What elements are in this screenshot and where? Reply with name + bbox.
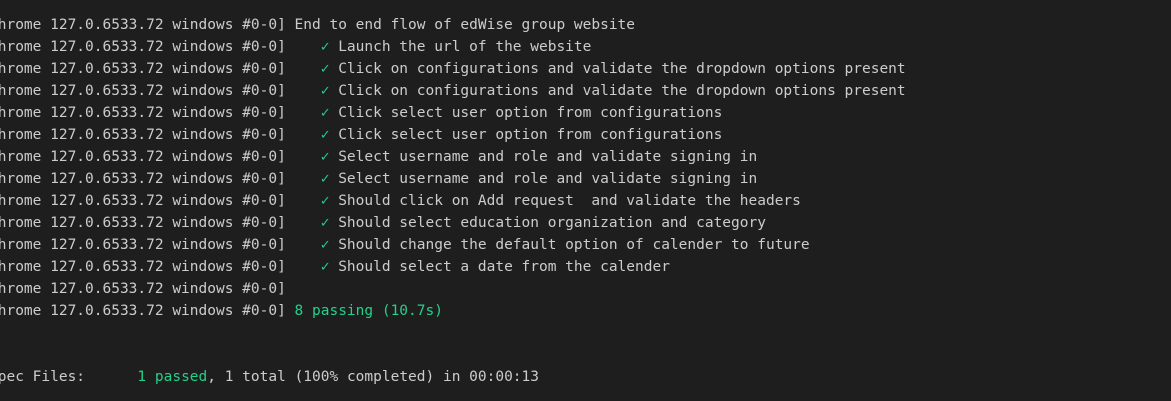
check-icon: ✓ <box>320 83 330 99</box>
line-prefix: Chrome 127.0.6533.72 windows #0-0] <box>0 83 286 99</box>
check-icon: ✓ <box>320 39 330 55</box>
check-icon: ✓ <box>320 171 330 187</box>
line-prefix: Chrome 127.0.6533.72 windows #0-0] <box>0 303 286 319</box>
line-prefix: Chrome 127.0.6533.72 windows #0-0] <box>0 149 286 165</box>
test-title: Select username and role and validate si… <box>338 171 758 187</box>
test-line: Chrome 127.0.6533.72 windows #0-0] ✓ Lau… <box>0 36 591 58</box>
test-title: Click on configurations and validate the… <box>338 61 906 77</box>
line-prefix: Chrome 127.0.6533.72 windows #0-0] <box>0 17 286 33</box>
spec-files-label: Spec Files: <box>0 369 86 385</box>
line-prefix: Chrome 127.0.6533.72 windows #0-0] <box>0 171 286 187</box>
line-prefix: Chrome 127.0.6533.72 windows #0-0] <box>0 39 286 55</box>
test-line: Chrome 127.0.6533.72 windows #0-0] ✓ Sel… <box>0 146 757 168</box>
line-prefix: Chrome 127.0.6533.72 windows #0-0] <box>0 193 286 209</box>
test-line: Chrome 127.0.6533.72 windows #0-0] ✓ Sho… <box>0 256 670 278</box>
test-line: Chrome 127.0.6533.72 windows #0-0] ✓ Cli… <box>0 102 722 124</box>
test-line: Chrome 127.0.6533.72 windows #0-0] ✓ Cli… <box>0 80 906 102</box>
check-icon: ✓ <box>320 237 330 253</box>
test-title: Select username and role and validate si… <box>338 149 758 165</box>
passing-summary: 8 passing (10.7s) <box>294 303 443 319</box>
line-prefix: Chrome 127.0.6533.72 windows #0-0] <box>0 215 286 231</box>
test-line: Chrome 127.0.6533.72 windows #0-0] ✓ Cli… <box>0 58 906 80</box>
line-prefix: Chrome 127.0.6533.72 windows #0-0] <box>0 237 286 253</box>
suite-title-line: Chrome 127.0.6533.72 windows #0-0] End t… <box>0 14 635 36</box>
test-title: Launch the url of the website <box>338 39 592 55</box>
blank-prefix-line: Chrome 127.0.6533.72 windows #0-0] <box>0 278 286 300</box>
check-icon: ✓ <box>320 193 330 209</box>
check-icon: ✓ <box>320 105 330 121</box>
test-line: Chrome 127.0.6533.72 windows #0-0] ✓ Cli… <box>0 124 722 146</box>
test-line: Chrome 127.0.6533.72 windows #0-0] ✓ Sho… <box>0 234 810 256</box>
suite-title: End to end flow of edWise group website <box>294 17 636 33</box>
test-title: Click select user option from configurat… <box>338 127 723 143</box>
spec-files-line: Spec Files: 1 passed, 1 total (100% comp… <box>0 366 539 388</box>
check-icon: ✓ <box>320 259 330 275</box>
passing-summary-line: Chrome 127.0.6533.72 windows #0-0] 8 pas… <box>0 300 443 322</box>
check-icon: ✓ <box>320 215 330 231</box>
test-title: Should select a date from the calender <box>338 259 670 275</box>
test-title: Click on configurations and validate the… <box>338 83 906 99</box>
test-title: Should click on Add request and validate… <box>338 193 801 209</box>
test-title: Click select user option from configurat… <box>338 105 723 121</box>
line-prefix: Chrome 127.0.6533.72 windows #0-0] <box>0 127 286 143</box>
test-line: Chrome 127.0.6533.72 windows #0-0] ✓ Sel… <box>0 168 757 190</box>
test-title: Should change the default option of cale… <box>338 237 810 253</box>
spec-passed-count: 1 passed <box>137 369 208 385</box>
line-prefix: Chrome 127.0.6533.72 windows #0-0] <box>0 281 286 297</box>
line-prefix: Chrome 127.0.6533.72 windows #0-0] <box>0 105 286 121</box>
check-icon: ✓ <box>320 61 330 77</box>
check-icon: ✓ <box>320 149 330 165</box>
test-line: Chrome 127.0.6533.72 windows #0-0] ✓ Sho… <box>0 212 766 234</box>
check-icon: ✓ <box>320 127 330 143</box>
spec-files-summary: , 1 total (100% completed) in 00:00:13 <box>207 369 539 385</box>
test-title: Should select education organization and… <box>338 215 766 231</box>
terminal-output: Chrome 127.0.6533.72 windows #0-0] End t… <box>0 0 1171 401</box>
line-prefix: Chrome 127.0.6533.72 windows #0-0] <box>0 61 286 77</box>
test-line: Chrome 127.0.6533.72 windows #0-0] ✓ Sho… <box>0 190 801 212</box>
line-prefix: Chrome 127.0.6533.72 windows #0-0] <box>0 259 286 275</box>
